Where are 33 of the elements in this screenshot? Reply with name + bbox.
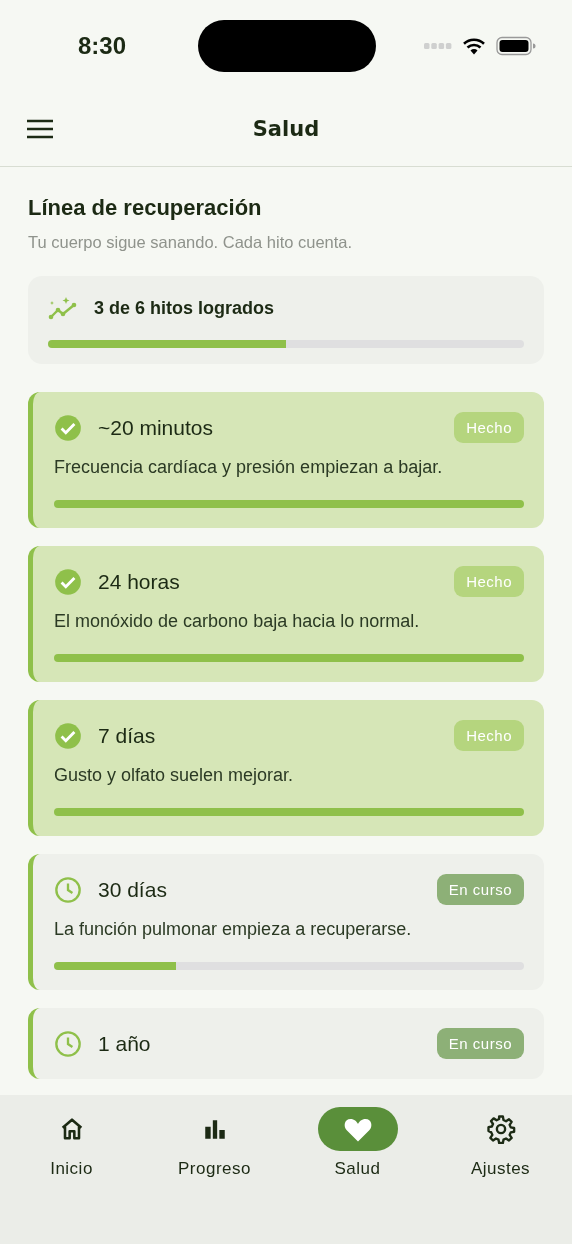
signal-icon	[424, 43, 452, 49]
check-circle-icon	[54, 721, 82, 750]
milestone-description: Gusto y olfato suelen mejorar.	[54, 765, 295, 786]
check-circle-icon	[54, 567, 82, 596]
milestone-title: 24 horas	[98, 569, 181, 594]
status-time: 8:30	[78, 32, 128, 60]
app-title: Salud	[252, 117, 320, 141]
section-subtitle: Tu cuerpo sigue sanando. Cada hito cuenta.	[28, 233, 354, 252]
nav-tab[interactable]: Ajustes	[429, 1107, 572, 1179]
status-badge: Hecho	[454, 720, 524, 751]
nav-tab[interactable]: Inicio	[0, 1107, 143, 1179]
milestone-title: 30 días	[98, 877, 168, 902]
battery-icon	[496, 36, 536, 56]
status-badge: En curso	[436, 874, 524, 905]
milestone-description: El monóxido de carbono baja hacia lo normal.	[54, 611, 421, 632]
clock-icon	[54, 875, 82, 904]
milestones-count: 3 de 6 hitos logrados	[94, 297, 275, 319]
section-title: Línea de recuperación	[28, 195, 263, 221]
milestone-description: Frecuencia cardíaca y presión empiezan a bajar.	[54, 457, 444, 478]
nav-tab[interactable]: Salud	[286, 1107, 429, 1179]
wifi-icon	[462, 37, 486, 55]
milestone-title: ~20 minutos	[98, 415, 214, 440]
milestone-title: 7 días	[98, 723, 157, 748]
milestone-description: La función pulmonar empieza a recuperarse.	[54, 919, 413, 940]
clock-icon	[54, 1029, 82, 1058]
menu-button[interactable]	[26, 118, 54, 140]
check-circle-icon	[54, 413, 82, 442]
status-badge: En curso	[436, 1028, 524, 1059]
settings-icon	[485, 1114, 516, 1144]
nav-tab[interactable]: Progreso	[143, 1107, 286, 1179]
status-badge: Hecho	[454, 566, 524, 597]
milestone-title: 1 año	[98, 1031, 152, 1056]
status-badge: Hecho	[454, 412, 524, 443]
